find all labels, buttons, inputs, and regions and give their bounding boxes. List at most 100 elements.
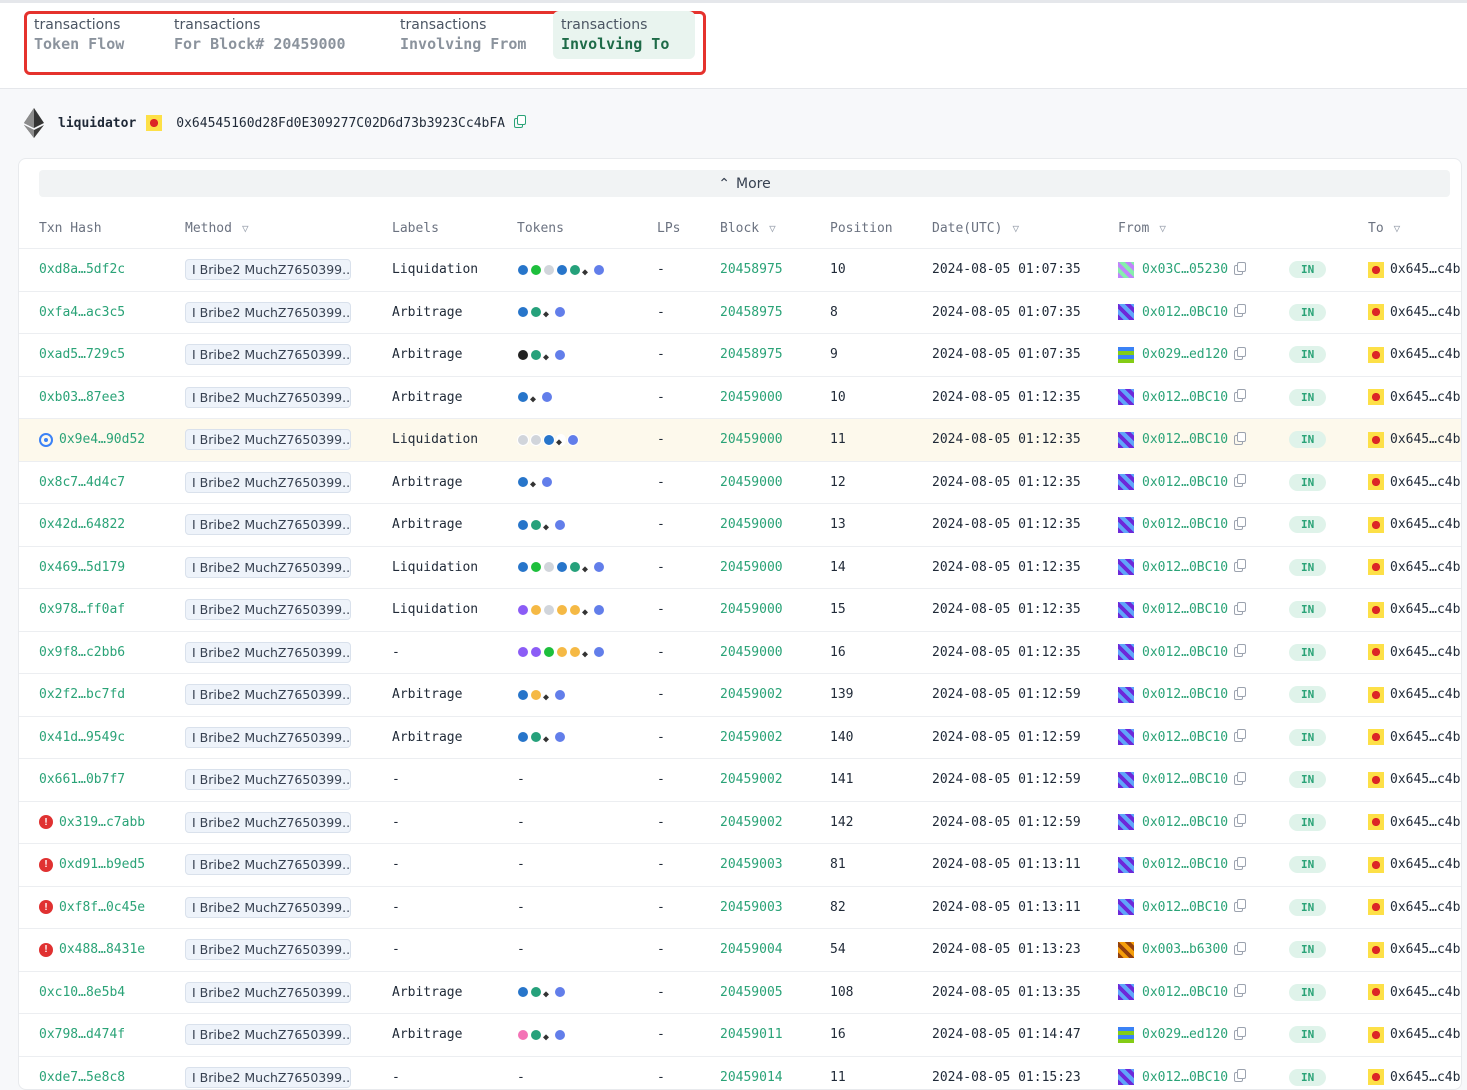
- txn-hash-link[interactable]: 0x488…8431e: [59, 942, 145, 957]
- from-address-link[interactable]: 0x012…0BC10: [1142, 432, 1228, 447]
- copy-icon[interactable]: [1234, 477, 1243, 487]
- token-usdt-icon[interactable]: [569, 561, 581, 573]
- txn-hash-link[interactable]: 0x9e4…90d52: [59, 432, 145, 447]
- token-weth-icon[interactable]: [554, 519, 566, 531]
- block-link[interactable]: 20459005: [720, 985, 783, 1000]
- block-link[interactable]: 20459011: [720, 1027, 783, 1042]
- to-address-link[interactable]: 0x645…c4b: [1390, 900, 1460, 915]
- col-to[interactable]: To▽: [1368, 221, 1400, 236]
- txn-hash-link[interactable]: 0xd91…b9ed5: [59, 857, 145, 872]
- token-usdc-icon[interactable]: [517, 264, 529, 276]
- more-button[interactable]: ⌃ More: [39, 170, 1450, 197]
- block-link[interactable]: 20459000: [720, 645, 783, 660]
- tab-involving-from[interactable]: transactions Involving From: [392, 11, 542, 59]
- copy-icon[interactable]: [1234, 902, 1243, 912]
- from-address-link[interactable]: 0x003…b6300: [1142, 942, 1228, 957]
- col-date[interactable]: Date(UTC)▽: [932, 221, 1019, 236]
- token-eth-icon[interactable]: [530, 391, 540, 403]
- token-blk-icon[interactable]: [517, 349, 529, 361]
- owner-address[interactable]: 0x64545160d28Fd0E309277C02D6d73b3923Cc4b…: [176, 116, 505, 131]
- table-row[interactable]: 0xfa4…ac3c5I Bribe2 MuchZ7650399...Arbit…: [19, 291, 1462, 334]
- txn-hash-link[interactable]: 0x319…c7abb: [59, 815, 145, 830]
- table-row[interactable]: 0xb03…87ee3I Bribe2 MuchZ7650399...Arbit…: [19, 376, 1462, 419]
- block-link[interactable]: 20459000: [720, 517, 783, 532]
- txn-hash-link[interactable]: 0x469…5d179: [39, 560, 125, 575]
- token-usdc-icon[interactable]: [556, 561, 568, 573]
- table-row[interactable]: 0x661…0b7f7I Bribe2 MuchZ7650399...---20…: [19, 758, 1462, 801]
- copy-icon[interactable]: [1234, 775, 1243, 785]
- token-usdt-icon[interactable]: [530, 1029, 542, 1041]
- block-link[interactable]: 20459000: [720, 432, 783, 447]
- from-address-link[interactable]: 0x012…0BC10: [1142, 1070, 1228, 1085]
- block-link[interactable]: 20459002: [720, 730, 783, 745]
- token-usdc-icon[interactable]: [556, 264, 568, 276]
- txn-hash-link[interactable]: 0x9f8…c2bb6: [39, 645, 125, 660]
- from-address-link[interactable]: 0x012…0BC10: [1142, 475, 1228, 490]
- token-usdc-icon[interactable]: [517, 986, 529, 998]
- block-link[interactable]: 20459002: [720, 772, 783, 787]
- token-eth-icon[interactable]: [582, 264, 592, 276]
- copy-icon[interactable]: [1234, 435, 1243, 445]
- copy-icon[interactable]: [1234, 350, 1243, 360]
- from-address-link[interactable]: 0x012…0BC10: [1142, 602, 1228, 617]
- token-grn-icon[interactable]: [530, 561, 542, 573]
- token-org-icon[interactable]: [556, 604, 568, 616]
- block-link[interactable]: 20459003: [720, 900, 783, 915]
- from-address-link[interactable]: 0x012…0BC10: [1142, 815, 1228, 830]
- token-usdc-icon[interactable]: [517, 689, 529, 701]
- to-address-link[interactable]: 0x645…c4b: [1390, 517, 1460, 532]
- to-address-link[interactable]: 0x645…c4b: [1390, 645, 1460, 660]
- copy-icon[interactable]: [514, 118, 523, 128]
- token-usdc-icon[interactable]: [517, 561, 529, 573]
- block-link[interactable]: 20459003: [720, 857, 783, 872]
- token-eth-icon[interactable]: [543, 986, 553, 998]
- token-weth-icon[interactable]: [593, 561, 605, 573]
- token-eth-icon[interactable]: [582, 646, 592, 658]
- table-row[interactable]: 0xc10…8e5b4I Bribe2 MuchZ7650399...Arbit…: [19, 971, 1462, 1014]
- table-row[interactable]: 0xde7…5e8c8I Bribe2 MuchZ7650399...---20…: [19, 1056, 1462, 1090]
- from-address-link[interactable]: 0x029…ed120: [1142, 1027, 1228, 1042]
- token-weth-icon[interactable]: [541, 476, 553, 488]
- token-eth-icon[interactable]: [543, 306, 553, 318]
- filter-icon[interactable]: ▽: [1159, 222, 1166, 235]
- to-address-link[interactable]: 0x645…c4b: [1390, 475, 1460, 490]
- filter-icon[interactable]: ▽: [242, 222, 249, 235]
- token-eth-icon[interactable]: [556, 434, 566, 446]
- from-address-link[interactable]: 0x03C…05230: [1142, 262, 1228, 277]
- to-address-link[interactable]: 0x645…c4b: [1390, 390, 1460, 405]
- tab-token-flow[interactable]: transactions Token Flow: [26, 11, 156, 59]
- txn-hash-link[interactable]: 0x978…ff0af: [39, 602, 125, 617]
- to-address-link[interactable]: 0x645…c4b: [1390, 815, 1460, 830]
- block-link[interactable]: 20458975: [720, 347, 783, 362]
- txn-hash-link[interactable]: 0xf8f…0c45e: [59, 900, 145, 915]
- copy-icon[interactable]: [1234, 307, 1243, 317]
- txn-hash-link[interactable]: 0xc10…8e5b4: [39, 985, 125, 1000]
- token-gry-icon[interactable]: [543, 604, 555, 616]
- filter-icon[interactable]: ▽: [1394, 222, 1401, 235]
- token-pur-icon[interactable]: [517, 646, 529, 658]
- token-weth-icon[interactable]: [554, 1029, 566, 1041]
- to-address-link[interactable]: 0x645…c4b: [1390, 432, 1460, 447]
- copy-icon[interactable]: [1234, 1072, 1243, 1082]
- token-org-icon[interactable]: [556, 646, 568, 658]
- table-row[interactable]: 0x9e4…90d52I Bribe2 MuchZ7650399...Liqui…: [19, 418, 1462, 461]
- copy-icon[interactable]: [1234, 732, 1243, 742]
- token-org-icon[interactable]: [530, 689, 542, 701]
- block-link[interactable]: 20459014: [720, 1070, 783, 1085]
- txn-hash-link[interactable]: 0xad5…729c5: [39, 347, 125, 362]
- to-address-link[interactable]: 0x645…c4b: [1390, 347, 1460, 362]
- table-row[interactable]: !0xf8f…0c45eI Bribe2 MuchZ7650399...---2…: [19, 886, 1462, 929]
- to-address-link[interactable]: 0x645…c4b: [1390, 602, 1460, 617]
- token-usdc-icon[interactable]: [517, 391, 529, 403]
- txn-hash-link[interactable]: 0x2f2…bc7fd: [39, 687, 125, 702]
- token-weth-icon[interactable]: [593, 646, 605, 658]
- txn-hash-link[interactable]: 0x41d…9549c: [39, 730, 125, 745]
- to-address-link[interactable]: 0x645…c4b: [1390, 985, 1460, 1000]
- token-eth-icon[interactable]: [530, 476, 540, 488]
- filter-icon[interactable]: ▽: [1012, 222, 1019, 235]
- to-address-link[interactable]: 0x645…c4b: [1390, 1070, 1460, 1085]
- copy-icon[interactable]: [1234, 647, 1243, 657]
- from-address-link[interactable]: 0x012…0BC10: [1142, 517, 1228, 532]
- table-row[interactable]: 0x2f2…bc7fdI Bribe2 MuchZ7650399...Arbit…: [19, 673, 1462, 716]
- token-eth-icon[interactable]: [543, 689, 553, 701]
